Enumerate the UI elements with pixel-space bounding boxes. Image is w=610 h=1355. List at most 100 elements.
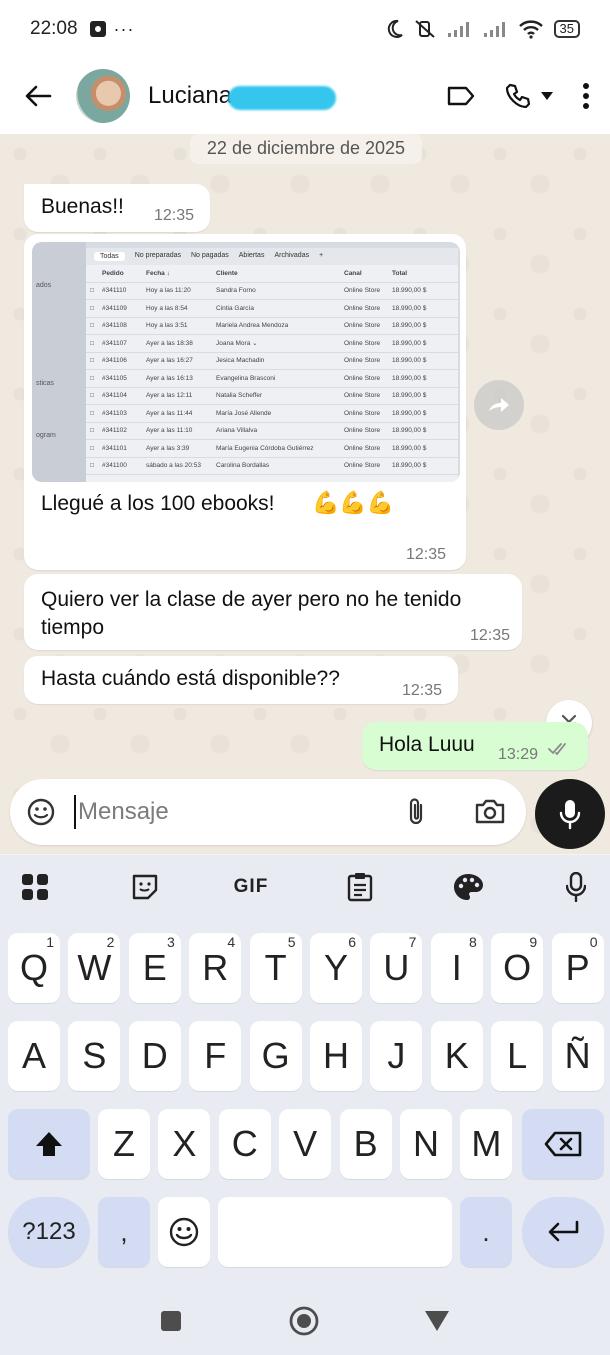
call-button[interactable] [504, 82, 554, 110]
clock: 22:08 [30, 18, 78, 39]
key-k[interactable]: K [430, 1021, 483, 1091]
photo-table-cell: Online Store [344, 322, 381, 330]
photo-table-cell: Online Store [344, 339, 381, 347]
sticker-button[interactable] [130, 871, 160, 903]
emoji-key[interactable] [158, 1197, 210, 1267]
back-button[interactable] [18, 76, 58, 116]
camera-icon[interactable] [474, 797, 506, 825]
key-r[interactable]: R4 [189, 933, 242, 1003]
keyboard-toolbar: GIF [0, 855, 610, 919]
message-text: Quiero ver la clase de ayer pero no he t… [41, 588, 462, 639]
chat-area[interactable]: 22 de diciembre de 2025 Buenas!! 12:35 a… [0, 134, 610, 854]
photo-table-header: Pedido Fecha ↓ Cliente Canal Total [86, 265, 458, 283]
more-vert-icon[interactable] [582, 83, 590, 109]
flexed-biceps-emoji: 💪💪💪 [312, 490, 395, 515]
backspace-key[interactable] [522, 1109, 604, 1179]
key-f[interactable]: F [189, 1021, 242, 1091]
mic-icon [559, 800, 581, 830]
gif-button[interactable]: GIF [230, 871, 272, 903]
phone-icon [505, 83, 531, 109]
message-image[interactable]: ados sticas ogram Todas No preparadas No p… [24, 234, 466, 570]
key-label: H [323, 1035, 349, 1076]
photo-tab: + [319, 252, 324, 259]
attach-icon[interactable] [406, 797, 426, 827]
key-j[interactable]: J [370, 1021, 423, 1091]
space-key[interactable] [218, 1197, 452, 1267]
key-s[interactable]: S [68, 1021, 121, 1091]
photo-table-cell: Jesica Machadin [216, 357, 265, 365]
key-l[interactable]: L [491, 1021, 544, 1091]
key-o[interactable]: O9 [491, 933, 544, 1003]
clipboard-button[interactable] [345, 871, 375, 903]
forward-button[interactable] [474, 380, 524, 430]
period-key[interactable]: . [460, 1197, 512, 1267]
key-m[interactable]: M [460, 1109, 513, 1179]
key-label: O [503, 947, 532, 988]
key-q[interactable]: Q1 [8, 933, 60, 1003]
photo-table-row: □ #341110 Hoy a las 11:20 Sandra Forno Onlin… [86, 283, 458, 300]
message-incoming[interactable]: Quiero ver la clase de ayer pero no he t… [24, 574, 522, 650]
key-z[interactable]: Z [98, 1109, 150, 1179]
key-label: Z [113, 1123, 135, 1164]
photo-row-checkbox: □ [90, 357, 94, 365]
nav-home-icon[interactable] [288, 1305, 320, 1337]
photo-table-cell: 18.990,00 $ [392, 427, 427, 435]
nav-back-icon[interactable] [424, 1310, 450, 1332]
photo-table-cell: Hoy a las 3:51 [146, 322, 188, 330]
message-input[interactable] [74, 795, 394, 829]
key-x[interactable]: X [158, 1109, 211, 1179]
voice-record-button[interactable] [535, 779, 605, 849]
photo-orders-table: Todas No preparadas No pagadas Abiertas Arch… [86, 248, 458, 482]
forward-icon [489, 398, 509, 412]
photo-table-cell: Ayer a las 16:27 [146, 357, 193, 365]
key-ñ[interactable]: Ñ [551, 1021, 604, 1091]
theme-button[interactable] [452, 871, 484, 903]
message-outgoing[interactable]: Hola Luuu 13:29 [362, 722, 588, 770]
key-label: X [172, 1123, 197, 1164]
photo-row-checkbox: □ [90, 374, 94, 382]
key-t[interactable]: T5 [249, 933, 302, 1003]
nav-square-icon[interactable] [160, 1310, 182, 1332]
key-label: N [413, 1123, 439, 1164]
key-a[interactable]: A [8, 1021, 60, 1091]
key-u[interactable]: U7 [370, 933, 423, 1003]
photo-tab: Abiertas [238, 252, 265, 259]
message-incoming[interactable]: Buenas!! 12:35 [24, 184, 210, 232]
enter-key[interactable] [522, 1197, 604, 1267]
symbols-key[interactable]: ?123 [8, 1197, 90, 1267]
photo-table-body: □ #341110 Hoy a las 11:20 Sandra Forno Onlin… [86, 283, 458, 475]
key-e[interactable]: E3 [128, 933, 181, 1003]
avatar[interactable] [76, 69, 130, 123]
key-g[interactable]: G [249, 1021, 302, 1091]
key-n[interactable]: N [400, 1109, 452, 1179]
sticker-icon[interactable] [26, 797, 56, 827]
photo-table-cell: Online Store [344, 374, 381, 382]
shift-icon [36, 1132, 62, 1156]
message-incoming[interactable]: Hasta cuándo está disponible?? 12:35 [24, 656, 458, 704]
key-d[interactable]: D [128, 1021, 181, 1091]
photo-column-header: Pedido [102, 269, 124, 277]
key-p[interactable]: P0 [551, 933, 604, 1003]
label-icon[interactable] [446, 85, 476, 107]
key-b[interactable]: B [339, 1109, 392, 1179]
voice-input-button[interactable] [564, 871, 588, 903]
photo-table-cell: #341103 [102, 409, 127, 417]
comma-key[interactable]: , [98, 1197, 150, 1267]
key-h[interactable]: H [310, 1021, 362, 1091]
contact-name[interactable]: Luciana [148, 82, 336, 110]
sticker-icon [132, 874, 158, 900]
photo-table-cell: 18.990,00 $ [392, 462, 427, 470]
shift-key[interactable] [8, 1109, 90, 1179]
apps-grid-button[interactable] [20, 871, 50, 903]
photo-table-cell: #341109 [102, 304, 127, 312]
key-i[interactable]: I8 [430, 933, 483, 1003]
photo-table-cell: 18.990,00 $ [392, 409, 427, 417]
key-label: G [261, 1035, 290, 1076]
photo-table-cell: Ayer a las 18:38 [146, 339, 193, 347]
key-hint: 7 [408, 934, 417, 950]
key-y[interactable]: Y6 [310, 933, 362, 1003]
key-v[interactable]: V [279, 1109, 332, 1179]
key-c[interactable]: C [218, 1109, 271, 1179]
attached-photo[interactable]: ados sticas ogram Todas No preparadas No p… [32, 242, 460, 482]
key-w[interactable]: W2 [68, 933, 121, 1003]
